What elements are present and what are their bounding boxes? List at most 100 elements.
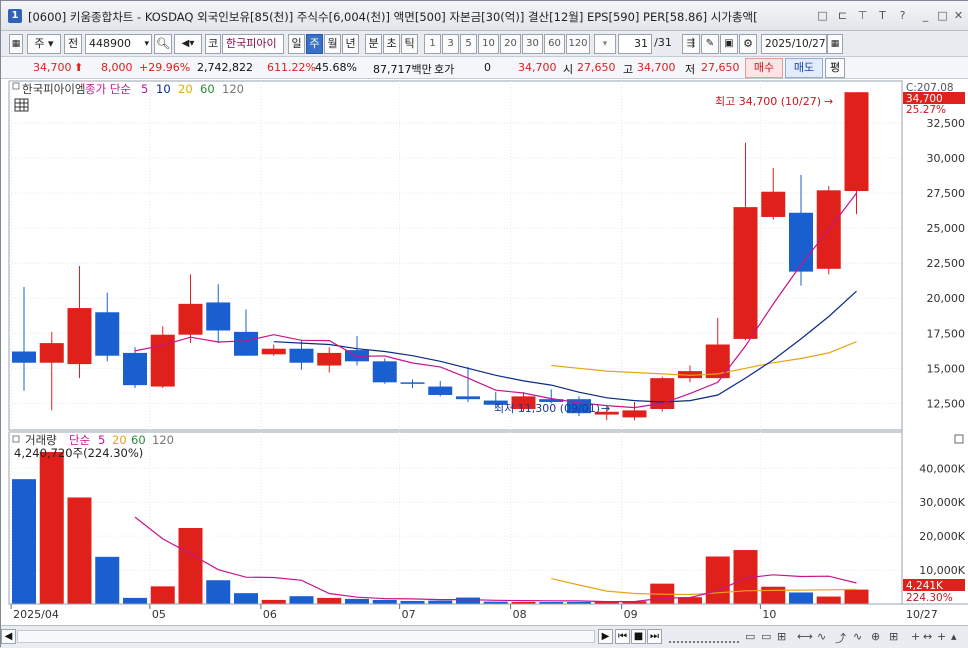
text-icon[interactable]: T (875, 8, 890, 23)
ma-label[interactable]: 종가 단순 (85, 82, 131, 96)
period-month[interactable]: 월 (324, 34, 341, 54)
stock-chart[interactable]: 32,500 30,000 27,500 25,000 22,500 20,000 17,5… (1, 79, 968, 625)
scroll-last-icon[interactable]: ⏭ (647, 629, 662, 644)
volume-ma-20-label[interactable]: 20 (112, 433, 127, 447)
pin-icon[interactable]: ⊤ (855, 8, 870, 23)
ma-5-label[interactable]: 5 (141, 82, 148, 96)
scroll-right-icon[interactable]: ▶ (598, 629, 613, 644)
current-volume-pct-label: 224.30% (906, 592, 953, 604)
scroll-first-icon[interactable]: ⏮ (615, 629, 630, 644)
volume-ratio: 611.22% (267, 61, 316, 74)
chart-tool-8-icon[interactable]: ⊕ (871, 630, 880, 643)
period-second[interactable]: 초 (383, 34, 400, 54)
window-number-badge[interactable]: 1 (8, 9, 22, 23)
volume-panel-title[interactable]: 거래량 (25, 433, 57, 447)
restore-layout-icon[interactable]: □ (815, 8, 830, 23)
candle-body (400, 382, 425, 384)
interval-20[interactable]: 20 (500, 34, 521, 54)
zoom-reset-icon[interactable]: ↔ (923, 630, 932, 643)
high-price: 34,700 (637, 61, 676, 74)
scroll-bar[interactable]: ◀ ▶ ⏮ ■ ⏭ ▭ ▭ ⊞ ⟷ ∿ ⤴ ∿ ⊕ ⊞ + ↔ + ▴ (1, 625, 968, 648)
interval-120[interactable]: 120 (566, 34, 590, 54)
link-icon[interactable]: ⊏ (835, 8, 850, 23)
volume-bar (761, 586, 786, 604)
price-y-tick: 32,500 (927, 117, 966, 130)
price-y-tick: 25,000 (927, 222, 966, 235)
chart-tool-2-icon[interactable]: ▭ (761, 630, 771, 643)
volume-y-tick: 40,000K (919, 462, 965, 475)
code-prefix-button[interactable]: 코 (205, 34, 221, 54)
volume-panel-handle-icon[interactable] (12, 435, 20, 443)
zoom-plus-icon[interactable]: + (937, 630, 946, 643)
interval-30[interactable]: 30 (522, 34, 543, 54)
price-y-tick: 27,500 (927, 187, 966, 200)
scroll-left-icon[interactable]: ◀ (1, 629, 16, 644)
volume-ma-label[interactable]: 단순 (69, 433, 90, 447)
interval-60[interactable]: 60 (544, 34, 565, 54)
help-icon[interactable]: ? (895, 8, 910, 23)
save-icon[interactable]: ▣ (720, 34, 738, 54)
candle-body (317, 352, 342, 366)
gear-icon[interactable]: ⚙ (739, 34, 757, 54)
maximize-icon[interactable]: □ (935, 8, 950, 23)
interval-3[interactable]: 3 (442, 34, 459, 54)
interval-1[interactable]: 1 (424, 34, 441, 54)
period-year[interactable]: 년 (342, 34, 359, 54)
interval-dropdown[interactable]: ▾ (594, 34, 616, 54)
panel-handle-icon[interactable] (12, 82, 20, 90)
close-icon[interactable]: ✕ (951, 8, 966, 23)
buy-button[interactable]: 매수 (745, 58, 783, 78)
scroll-track[interactable] (17, 630, 595, 643)
chart-tool-3-icon[interactable]: ⊞ (777, 630, 786, 643)
zoom-in-icon[interactable]: + (911, 630, 920, 643)
stock-name-field[interactable]: 한국피아이 (222, 34, 284, 54)
stock-code-input[interactable]: 448900 ▾ (85, 34, 152, 54)
chart-tool-4-icon[interactable]: ⟷ (797, 630, 813, 643)
volume-ma-60-label[interactable]: 60 (131, 433, 146, 447)
minimize-icon[interactable]: _ (918, 8, 933, 23)
chart-tool-1-icon[interactable]: ▭ (745, 630, 755, 643)
table-view-icon[interactable] (14, 98, 29, 112)
speaker-icon[interactable]: ◀▾ (174, 34, 202, 54)
zoom-slider[interactable] (669, 630, 739, 643)
chart-tool-6-icon[interactable]: ⤴ (835, 630, 846, 646)
ma-20-label[interactable]: 20 (178, 82, 193, 96)
calendar-icon[interactable]: ▦ (827, 34, 843, 54)
period-tick[interactable]: 틱 (401, 34, 418, 54)
zoom-out-icon[interactable]: ▴ (951, 630, 957, 643)
count-input[interactable]: 31 (618, 34, 652, 54)
volume-bar (317, 597, 342, 604)
volume-ma-5-label[interactable]: 5 (98, 433, 105, 447)
open-price: 27,650 (577, 61, 616, 74)
period-day[interactable]: 일 (288, 34, 305, 54)
chart-tool-5-icon[interactable]: ∿ (817, 630, 826, 643)
candle-body (622, 410, 647, 418)
market-select[interactable]: 주 ▾ (27, 34, 61, 54)
grid-menu-icon[interactable]: ▦ (9, 34, 23, 54)
ma-60-label[interactable]: 60 (200, 82, 215, 96)
chart-tool-icon[interactable]: ⇶ (682, 34, 700, 54)
interval-5[interactable]: 5 (460, 34, 477, 54)
price-change: 8,000 (101, 61, 133, 74)
ma-120-label[interactable]: 120 (222, 82, 244, 96)
prev-button[interactable]: 전 (64, 34, 82, 54)
sell-button[interactable]: 매도 (785, 58, 823, 78)
draw-tool-icon[interactable]: ✎ (701, 34, 719, 54)
ma-10-label[interactable]: 10 (156, 82, 171, 96)
x-axis-label: 08 (513, 608, 527, 621)
chart-tool-7-icon[interactable]: ∿ (853, 630, 862, 643)
trade-amount: 87,717백만 (373, 63, 432, 76)
period-week[interactable]: 주 (306, 34, 323, 54)
average-button[interactable]: 평 (825, 58, 845, 78)
chart-tool-9-icon[interactable]: ⊞ (889, 630, 898, 643)
stop-icon[interactable]: ■ (631, 629, 646, 644)
volume-ma-120-label[interactable]: 120 (152, 433, 174, 447)
search-icon[interactable]: 🔍︎ (154, 34, 172, 54)
date-input[interactable]: 2025/10/27 (761, 34, 827, 54)
period-minute[interactable]: 분 (365, 34, 382, 54)
chart-area[interactable]: 32,500 30,000 27,500 25,000 22,500 20,000 17,5… (1, 79, 968, 625)
volume-panel-close-icon[interactable] (954, 434, 964, 444)
price-panel-name[interactable]: 한국피아이엠 (22, 82, 85, 96)
interval-10[interactable]: 10 (478, 34, 499, 54)
volume-y-tick: 10,000K (919, 564, 965, 577)
